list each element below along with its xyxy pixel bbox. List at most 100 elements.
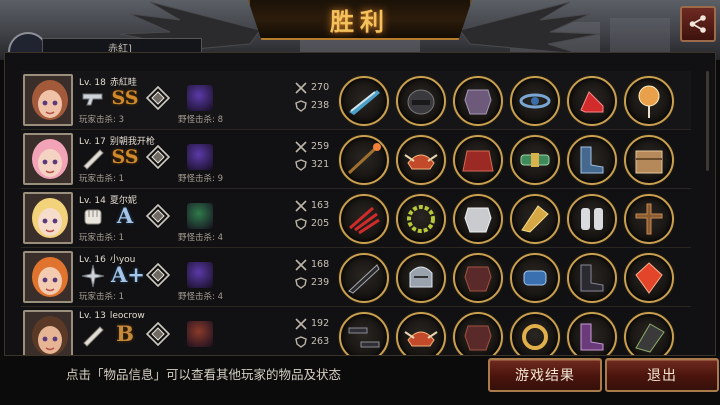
monster-icon (187, 321, 213, 347)
monster-icon (187, 203, 213, 229)
item-slot[interactable] (510, 135, 560, 185)
defense-value: 263 (311, 336, 330, 347)
item-slot[interactable] (510, 194, 560, 244)
armor-icon (464, 89, 492, 115)
cross-icon (635, 203, 663, 235)
player-row[interactable]: Lv. 17 别朝我开枪 SS 玩家击杀: 1 野怪击杀: 9 259 321 (21, 130, 691, 189)
rank-grade: A (116, 203, 134, 228)
player-portrait[interactable] (23, 192, 73, 244)
gold-wing-icon (521, 205, 549, 233)
amulet-icon (519, 93, 551, 109)
player-portrait[interactable] (23, 74, 73, 126)
item-slot[interactable] (396, 194, 446, 244)
item-slot[interactable] (453, 76, 503, 126)
diamond-rank-icon (146, 204, 170, 228)
diamond-rank-icon (146, 322, 170, 346)
results-panel: Lv. 18 赤紅眭 SS 玩家击杀: 3 野怪击杀: 8 270 238 Lv… (4, 52, 716, 356)
avatar (25, 76, 71, 124)
pistol-icon (82, 93, 103, 106)
item-slot[interactable] (510, 312, 560, 355)
shield-icon (295, 159, 307, 171)
player-row[interactable]: Lv. 18 赤紅眭 SS 玩家击杀: 3 野怪击杀: 8 270 238 (21, 71, 691, 130)
item-slots (339, 253, 674, 303)
attack-value: 192 (311, 318, 330, 329)
rank-grade: A+ (111, 262, 145, 287)
red-heels-icon (580, 91, 604, 113)
item-slot[interactable] (624, 312, 674, 355)
player-kills: 玩家击杀: 1 (79, 174, 124, 184)
game-result-button[interactable]: 游戏结果 (488, 358, 602, 392)
item-slot[interactable] (510, 76, 560, 126)
item-slot[interactable] (453, 194, 503, 244)
player-list: Lv. 18 赤紅眭 SS 玩家击杀: 3 野怪击杀: 8 270 238 Lv… (21, 71, 691, 355)
combat-stats: 192 263 (295, 315, 345, 351)
player-row[interactable]: Lv. 16 小you A+ 玩家击杀: 1 野怪击杀: 4 168 239 (21, 248, 691, 307)
item-slot[interactable] (339, 135, 389, 185)
rank-grade: SS (111, 87, 139, 109)
player-portrait[interactable] (23, 310, 73, 355)
item-slot[interactable] (624, 135, 674, 185)
item-slot[interactable] (339, 194, 389, 244)
laurel-wreath-icon (407, 205, 435, 233)
attack-value: 259 (311, 141, 330, 152)
item-slot[interactable] (396, 76, 446, 126)
monster-kills: 野怪击杀: 4 (178, 292, 223, 302)
black-blade-icon (348, 264, 380, 294)
shield-icon (295, 336, 307, 348)
scrollbar[interactable] (706, 71, 709, 171)
talisman-icon (635, 323, 665, 353)
item-slot[interactable] (453, 253, 503, 303)
item-slot[interactable] (453, 135, 503, 185)
defense-value: 205 (311, 218, 330, 229)
item-slot[interactable] (453, 312, 503, 355)
green-belt-icon (520, 153, 550, 167)
item-slots (339, 135, 674, 185)
item-slot[interactable] (567, 194, 617, 244)
item-slot[interactable] (396, 135, 446, 185)
item-slot[interactable] (567, 312, 617, 355)
item-slot[interactable] (510, 253, 560, 303)
combat-stats: 163 205 (295, 197, 345, 233)
red-gem-icon (635, 262, 663, 294)
silver-armor-icon (464, 207, 492, 233)
weapon-type-icon (79, 147, 107, 170)
item-slot[interactable] (339, 312, 389, 355)
treasure-box-icon (635, 150, 663, 174)
defense-value: 239 (311, 277, 330, 288)
item-slot[interactable] (624, 76, 674, 126)
gauntlets-icon (581, 208, 603, 230)
crossed-swords-icon (295, 82, 307, 94)
monster-icon (187, 85, 213, 111)
footer-bar: 点击「物品信息」可以查看其他玩家的物品及状态 游戏结果 退出 (0, 356, 720, 405)
share-icon (689, 15, 706, 33)
rank-grade: SS (111, 146, 139, 168)
player-row[interactable]: Lv. 13 leocrow B 192 263 (21, 307, 691, 355)
player-portrait[interactable] (23, 133, 73, 185)
player-row[interactable]: Lv. 14 夏尔妮 A 玩家击杀: 1 野怪击杀: 4 163 205 (21, 189, 691, 248)
attack-value: 168 (311, 259, 330, 270)
player-portrait[interactable] (23, 251, 73, 303)
item-slot[interactable] (567, 253, 617, 303)
exit-button[interactable]: 退出 (605, 358, 719, 392)
rank-grade: B (116, 321, 134, 346)
share-button[interactable] (680, 6, 716, 42)
monster-kills: 野怪击杀: 4 (178, 233, 223, 243)
item-slot[interactable] (339, 76, 389, 126)
player-level-name: Lv. 13 leocrow (79, 311, 145, 321)
item-slot[interactable] (624, 194, 674, 244)
weapon-type-icon (79, 88, 107, 110)
item-slot[interactable] (624, 253, 674, 303)
diamond-rank-icon (146, 145, 170, 169)
item-slot[interactable] (396, 253, 446, 303)
monster-kills: 野怪击杀: 8 (178, 115, 223, 125)
player-name: leocrow (109, 311, 145, 321)
player-kills: 玩家击杀: 1 (79, 233, 124, 243)
red-cape-icon (462, 150, 494, 172)
combat-stats: 168 239 (295, 256, 345, 292)
avatar (25, 253, 71, 301)
item-slot[interactable] (567, 76, 617, 126)
item-slot[interactable] (567, 135, 617, 185)
item-slot[interactable] (339, 253, 389, 303)
diamond-rank-icon (146, 86, 170, 110)
item-slot[interactable] (396, 312, 446, 355)
